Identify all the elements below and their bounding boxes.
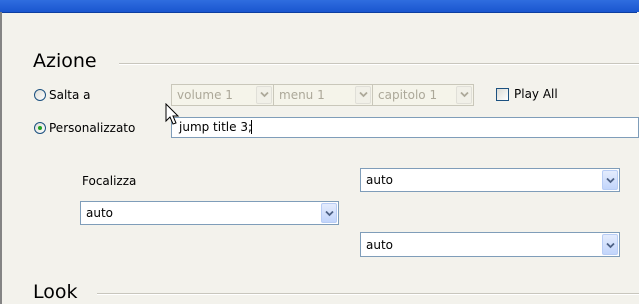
play-all-label[interactable]: Play All [514,87,558,101]
volume-select[interactable]: volume 1 [171,84,274,106]
play-all-checkbox[interactable] [496,88,509,101]
chevron-down-icon [359,91,368,98]
radio-goto-label[interactable]: Salta a [49,88,91,102]
chevron-down-icon [260,91,269,98]
chapter-select[interactable]: capitolo 1 [372,84,474,106]
mouse-pointer-icon [165,103,180,125]
menu-select-button[interactable] [355,86,371,104]
focus-left-select[interactable]: auto [80,201,339,225]
focus-up-select-value: auto [366,173,394,187]
radio-custom-label[interactable]: Personalizzato [49,121,135,135]
focus-down-select[interactable]: auto [360,232,620,257]
section-divider-action [119,63,639,65]
section-title-action: Azione [33,50,97,72]
chapter-select-value: capitolo 1 [378,88,438,102]
volume-select-value: volume 1 [177,88,233,102]
text-caret [251,120,252,134]
menu-select[interactable]: menu 1 [273,84,373,106]
window-titlebar[interactable] [0,0,639,13]
radio-custom-dot [38,126,42,130]
section-divider-look [97,293,639,295]
radio-goto[interactable] [34,89,46,101]
focus-up-select[interactable]: auto [360,168,620,192]
chevron-down-icon [325,210,334,217]
chevron-down-icon [606,177,615,184]
focus-down-select-button[interactable] [602,234,618,255]
chevron-down-icon [460,91,469,98]
menu-select-value: menu 1 [279,88,325,102]
custom-command-value: jump title 3; [179,120,253,134]
custom-command-input[interactable]: jump title 3; [171,117,639,138]
focus-up-select-button[interactable] [602,170,618,190]
volume-select-button[interactable] [256,86,272,104]
chevron-down-icon [606,242,615,249]
chapter-select-button[interactable] [456,86,472,104]
focus-down-select-value: auto [366,238,394,252]
focus-left-select-value: auto [86,206,114,220]
focus-label: Focalizza [82,174,137,188]
section-title-look: Look [33,281,78,303]
radio-custom[interactable] [34,122,46,134]
window-frame-left [0,12,2,304]
focus-left-select-button[interactable] [321,203,337,223]
